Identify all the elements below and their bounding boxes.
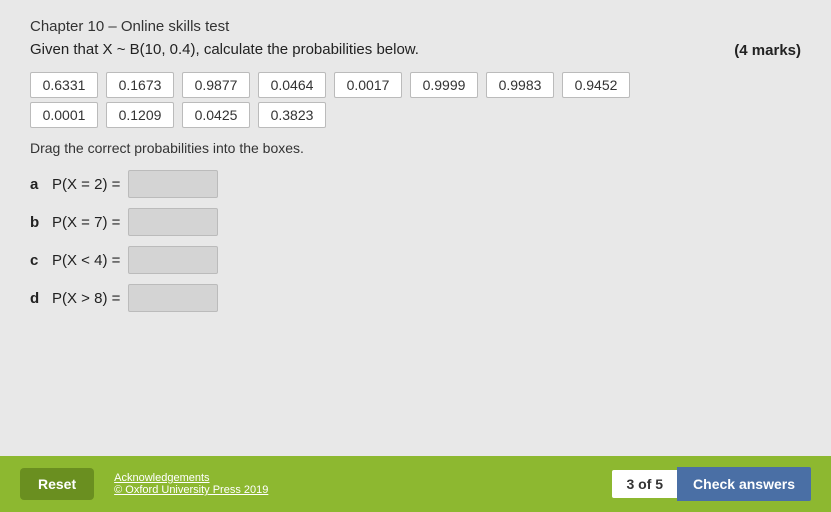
tile-0.3823[interactable]: 0.3823 [258,102,326,128]
label-a: a [30,176,44,193]
drag-instruction: Drag the correct probabilities into the … [30,140,801,156]
copyright-label: © Oxford University Press 2019 [114,484,268,496]
check-answers-button[interactable]: Check answers [677,467,811,501]
tile-0.0001[interactable]: 0.0001 [30,102,98,128]
answer-box-c[interactable] [128,246,218,274]
main-content: Chapter 10 – Online skills test Given th… [0,0,831,456]
tile-0.9983[interactable]: 0.9983 [486,72,554,98]
question-row-b: b P(X = 7) = [30,208,801,236]
tile-0.9452[interactable]: 0.9452 [562,72,630,98]
tile-0.9877[interactable]: 0.9877 [182,72,250,98]
tile-0.0464[interactable]: 0.0464 [258,72,326,98]
chapter-title: Chapter 10 – Online skills test [30,18,801,35]
answer-box-d[interactable] [128,284,218,312]
label-b: b [30,214,44,231]
questions-list: a P(X = 2) = b P(X = 7) = c P(X < 4) = d… [30,170,801,312]
tile-row-1: 0.6331 0.1673 0.9877 0.0464 0.0017 0.999… [30,72,801,98]
label-d: d [30,290,44,307]
expr-d: P(X > 8) = [52,290,120,307]
reset-button[interactable]: Reset [20,468,94,500]
expr-c: P(X < 4) = [52,252,120,269]
label-c: c [30,252,44,269]
tile-0.0425[interactable]: 0.0425 [182,102,250,128]
tile-0.1673[interactable]: 0.1673 [106,72,174,98]
question-row-c: c P(X < 4) = [30,246,801,274]
marks-label: (4 marks) [734,42,801,59]
answer-box-b[interactable] [128,208,218,236]
probability-tiles: 0.6331 0.1673 0.9877 0.0464 0.0017 0.999… [30,72,801,128]
question-text: Given that X ~ B(10, 0.4), calculate the… [30,41,801,58]
tile-0.1209[interactable]: 0.1209 [106,102,174,128]
tile-0.0017[interactable]: 0.0017 [334,72,402,98]
tile-0.9999[interactable]: 0.9999 [410,72,478,98]
acknowledgements[interactable]: Acknowledgements © Oxford University Pre… [114,472,268,496]
answer-box-a[interactable] [128,170,218,198]
acknowledgements-label: Acknowledgements [114,472,268,484]
question-row-a: a P(X = 2) = [30,170,801,198]
footer: Reset Acknowledgements © Oxford Universi… [0,456,831,512]
page-indicator: 3 of 5 [612,470,677,498]
tile-row-2: 0.0001 0.1209 0.0425 0.3823 [30,102,801,128]
expr-a: P(X = 2) = [52,176,120,193]
expr-b: P(X = 7) = [52,214,120,231]
question-row-d: d P(X > 8) = [30,284,801,312]
tile-0.6331[interactable]: 0.6331 [30,72,98,98]
